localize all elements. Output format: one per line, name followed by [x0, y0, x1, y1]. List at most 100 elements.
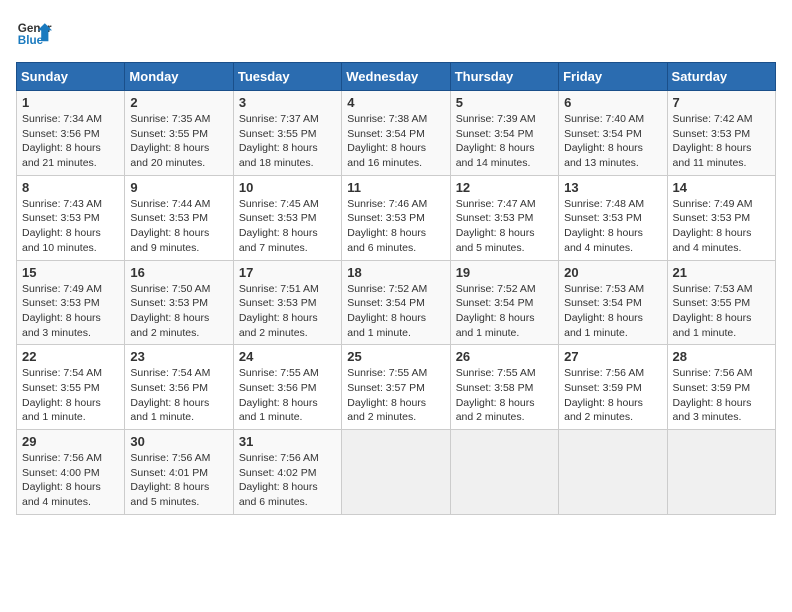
calendar-day: 11 Sunrise: 7:46 AM Sunset: 3:53 PM Dayli… — [342, 175, 450, 260]
day-number: 31 — [239, 434, 336, 449]
calendar-day — [667, 430, 775, 515]
weekday-header-sunday: Sunday — [17, 63, 125, 91]
day-number: 10 — [239, 180, 336, 195]
weekday-header-friday: Friday — [559, 63, 667, 91]
calendar-day: 22 Sunrise: 7:54 AM Sunset: 3:55 PM Dayli… — [17, 345, 125, 430]
day-info: Sunrise: 7:35 AM Sunset: 3:55 PM Dayligh… — [130, 112, 227, 171]
calendar-day: 21 Sunrise: 7:53 AM Sunset: 3:55 PM Dayli… — [667, 260, 775, 345]
day-info: Sunrise: 7:39 AM Sunset: 3:54 PM Dayligh… — [456, 112, 553, 171]
day-number: 11 — [347, 180, 444, 195]
calendar-day — [559, 430, 667, 515]
day-info: Sunrise: 7:54 AM Sunset: 3:55 PM Dayligh… — [22, 366, 119, 425]
calendar-day: 26 Sunrise: 7:55 AM Sunset: 3:58 PM Dayli… — [450, 345, 558, 430]
day-info: Sunrise: 7:51 AM Sunset: 3:53 PM Dayligh… — [239, 282, 336, 341]
day-info: Sunrise: 7:55 AM Sunset: 3:57 PM Dayligh… — [347, 366, 444, 425]
day-info: Sunrise: 7:37 AM Sunset: 3:55 PM Dayligh… — [239, 112, 336, 171]
day-number: 4 — [347, 95, 444, 110]
day-info: Sunrise: 7:52 AM Sunset: 3:54 PM Dayligh… — [347, 282, 444, 341]
calendar-day: 18 Sunrise: 7:52 AM Sunset: 3:54 PM Dayli… — [342, 260, 450, 345]
day-number: 19 — [456, 265, 553, 280]
day-info: Sunrise: 7:44 AM Sunset: 3:53 PM Dayligh… — [130, 197, 227, 256]
calendar-day: 8 Sunrise: 7:43 AM Sunset: 3:53 PM Daylig… — [17, 175, 125, 260]
calendar-day: 1Sunrise: 7:34 AM Sunset: 3:56 PM Daylig… — [17, 91, 125, 176]
calendar-day: 29 Sunrise: 7:56 AM Sunset: 4:00 PM Dayli… — [17, 430, 125, 515]
calendar-day: 14 Sunrise: 7:49 AM Sunset: 3:53 PM Dayli… — [667, 175, 775, 260]
calendar-day: 6 Sunrise: 7:40 AM Sunset: 3:54 PM Daylig… — [559, 91, 667, 176]
day-number: 7 — [673, 95, 770, 110]
day-number: 17 — [239, 265, 336, 280]
weekday-header-saturday: Saturday — [667, 63, 775, 91]
calendar-day: 23 Sunrise: 7:54 AM Sunset: 3:56 PM Dayli… — [125, 345, 233, 430]
calendar-day: 10 Sunrise: 7:45 AM Sunset: 3:53 PM Dayli… — [233, 175, 341, 260]
day-info: Sunrise: 7:56 AM Sunset: 4:01 PM Dayligh… — [130, 451, 227, 510]
calendar-day: 20Sunrise: 7:53 AM Sunset: 3:54 PM Dayli… — [559, 260, 667, 345]
day-number: 23 — [130, 349, 227, 364]
day-number: 21 — [673, 265, 770, 280]
day-info: Sunrise: 7:56 AM Sunset: 4:00 PM Dayligh… — [22, 451, 119, 510]
calendar-day: 31Sunrise: 7:56 AM Sunset: 4:02 PM Dayli… — [233, 430, 341, 515]
calendar-table: SundayMondayTuesdayWednesdayThursdayFrid… — [16, 62, 776, 515]
calendar-week-3: 15 Sunrise: 7:49 AM Sunset: 3:53 PM Dayli… — [17, 260, 776, 345]
calendar-day: 30 Sunrise: 7:56 AM Sunset: 4:01 PM Dayli… — [125, 430, 233, 515]
day-number: 22 — [22, 349, 119, 364]
day-number: 29 — [22, 434, 119, 449]
calendar-day: 3 Sunrise: 7:37 AM Sunset: 3:55 PM Daylig… — [233, 91, 341, 176]
calendar-day: 4 Sunrise: 7:38 AM Sunset: 3:54 PM Daylig… — [342, 91, 450, 176]
calendar-day: 25 Sunrise: 7:55 AM Sunset: 3:57 PM Dayli… — [342, 345, 450, 430]
day-number: 3 — [239, 95, 336, 110]
weekday-header-monday: Monday — [125, 63, 233, 91]
calendar-day: 5 Sunrise: 7:39 AM Sunset: 3:54 PM Daylig… — [450, 91, 558, 176]
day-info: Sunrise: 7:49 AM Sunset: 3:53 PM Dayligh… — [22, 282, 119, 341]
day-number: 5 — [456, 95, 553, 110]
day-info: Sunrise: 7:50 AM Sunset: 3:53 PM Dayligh… — [130, 282, 227, 341]
day-info: Sunrise: 7:54 AM Sunset: 3:56 PM Dayligh… — [130, 366, 227, 425]
page-header: General Blue — [16, 16, 776, 52]
weekday-header-tuesday: Tuesday — [233, 63, 341, 91]
calendar-week-5: 29 Sunrise: 7:56 AM Sunset: 4:00 PM Dayli… — [17, 430, 776, 515]
calendar-day: 17 Sunrise: 7:51 AM Sunset: 3:53 PM Dayli… — [233, 260, 341, 345]
day-info: Sunrise: 7:55 AM Sunset: 3:56 PM Dayligh… — [239, 366, 336, 425]
day-number: 26 — [456, 349, 553, 364]
day-number: 24 — [239, 349, 336, 364]
day-number: 28 — [673, 349, 770, 364]
day-info: Sunrise: 7:48 AM Sunset: 3:53 PM Dayligh… — [564, 197, 661, 256]
day-info: Sunrise: 7:53 AM Sunset: 3:55 PM Dayligh… — [673, 282, 770, 341]
day-info: Sunrise: 7:47 AM Sunset: 3:53 PM Dayligh… — [456, 197, 553, 256]
day-info: Sunrise: 7:45 AM Sunset: 3:53 PM Dayligh… — [239, 197, 336, 256]
calendar-day: 19Sunrise: 7:52 AM Sunset: 3:54 PM Dayli… — [450, 260, 558, 345]
day-info: Sunrise: 7:40 AM Sunset: 3:54 PM Dayligh… — [564, 112, 661, 171]
day-number: 15 — [22, 265, 119, 280]
day-info: Sunrise: 7:46 AM Sunset: 3:53 PM Dayligh… — [347, 197, 444, 256]
svg-text:Blue: Blue — [18, 34, 44, 47]
calendar-day: 12 Sunrise: 7:47 AM Sunset: 3:53 PM Dayli… — [450, 175, 558, 260]
day-number: 30 — [130, 434, 227, 449]
calendar-day: 28Sunrise: 7:56 AM Sunset: 3:59 PM Dayli… — [667, 345, 775, 430]
day-info: Sunrise: 7:43 AM Sunset: 3:53 PM Dayligh… — [22, 197, 119, 256]
logo-icon: General Blue — [16, 16, 52, 52]
calendar-day: 16 Sunrise: 7:50 AM Sunset: 3:53 PM Dayli… — [125, 260, 233, 345]
day-number: 25 — [347, 349, 444, 364]
day-number: 12 — [456, 180, 553, 195]
calendar-week-2: 8 Sunrise: 7:43 AM Sunset: 3:53 PM Daylig… — [17, 175, 776, 260]
calendar-day: 2Sunrise: 7:35 AM Sunset: 3:55 PM Daylig… — [125, 91, 233, 176]
calendar-day: 15 Sunrise: 7:49 AM Sunset: 3:53 PM Dayli… — [17, 260, 125, 345]
day-info: Sunrise: 7:49 AM Sunset: 3:53 PM Dayligh… — [673, 197, 770, 256]
day-number: 8 — [22, 180, 119, 195]
calendar-week-4: 22 Sunrise: 7:54 AM Sunset: 3:55 PM Dayli… — [17, 345, 776, 430]
day-number: 18 — [347, 265, 444, 280]
day-number: 6 — [564, 95, 661, 110]
calendar-week-1: 1Sunrise: 7:34 AM Sunset: 3:56 PM Daylig… — [17, 91, 776, 176]
logo: General Blue — [16, 16, 52, 52]
weekday-header-thursday: Thursday — [450, 63, 558, 91]
day-number: 27 — [564, 349, 661, 364]
day-number: 14 — [673, 180, 770, 195]
calendar-day: 13Sunrise: 7:48 AM Sunset: 3:53 PM Dayli… — [559, 175, 667, 260]
day-info: Sunrise: 7:38 AM Sunset: 3:54 PM Dayligh… — [347, 112, 444, 171]
day-info: Sunrise: 7:56 AM Sunset: 3:59 PM Dayligh… — [564, 366, 661, 425]
weekday-header-wednesday: Wednesday — [342, 63, 450, 91]
day-number: 16 — [130, 265, 227, 280]
day-info: Sunrise: 7:55 AM Sunset: 3:58 PM Dayligh… — [456, 366, 553, 425]
calendar-day — [342, 430, 450, 515]
calendar-day — [450, 430, 558, 515]
calendar-day: 27 Sunrise: 7:56 AM Sunset: 3:59 PM Dayli… — [559, 345, 667, 430]
